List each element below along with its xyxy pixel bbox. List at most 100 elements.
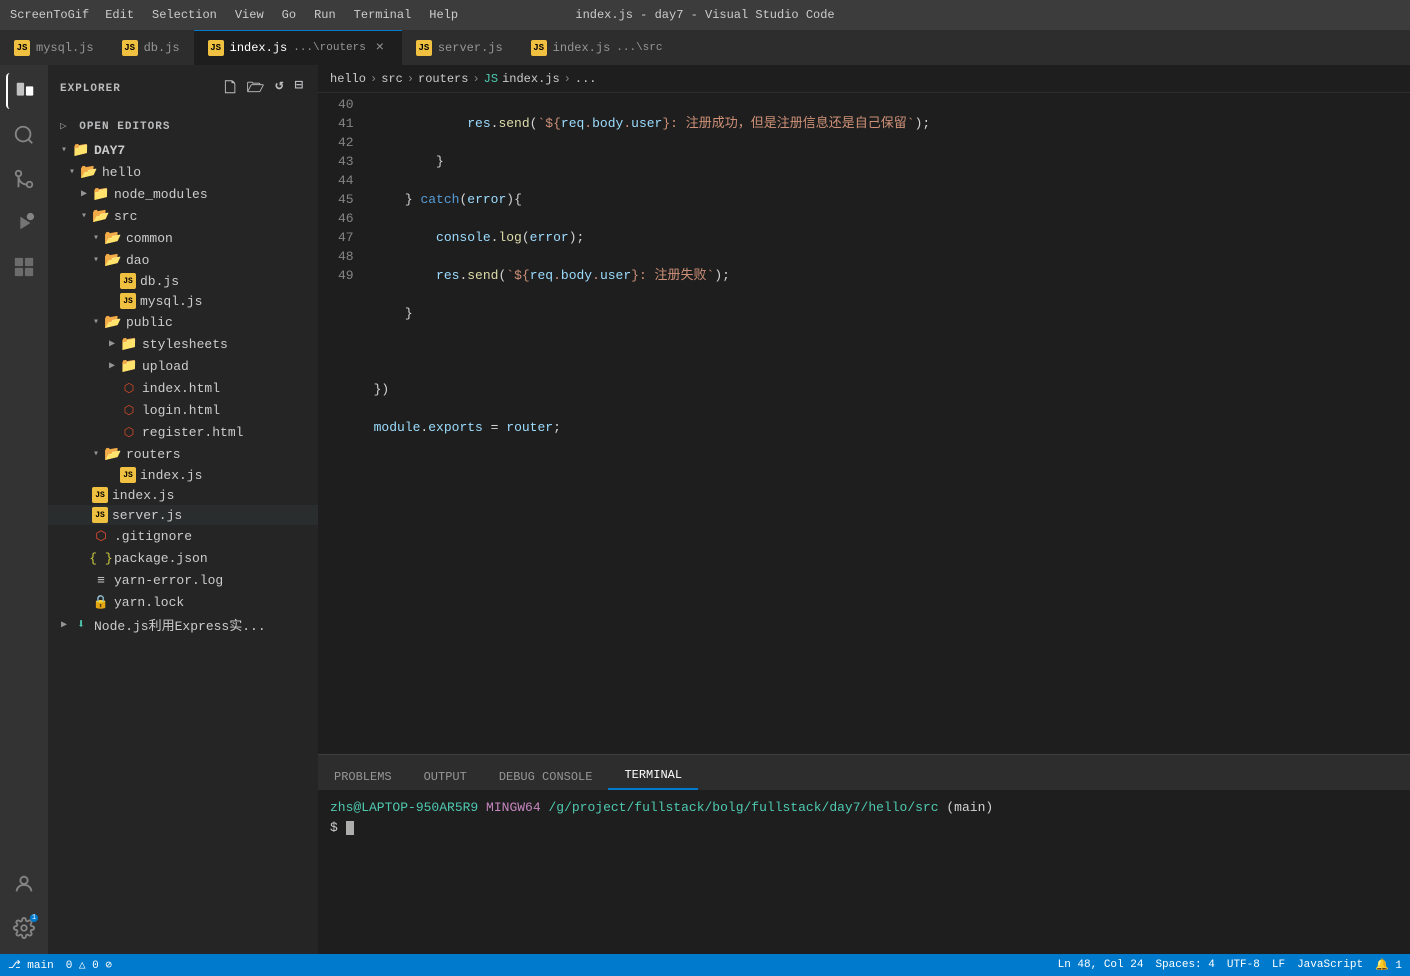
tree-folder-upload[interactable]: ▶ 📁 upload [48, 355, 318, 377]
tree-file-mysql-js[interactable]: JS mysql.js [48, 291, 318, 311]
tree-folder-node-modules[interactable]: ▶ 📁 node_modules [48, 183, 318, 205]
sidebar: EXPLORER 🗋 🗁 ↺ ⊟ ▷ OPEN EDITORS ▾ 📁 DAY7 [48, 65, 318, 954]
activity-bar: 1 [0, 65, 48, 954]
tree-file-server-js[interactable]: JS server.js [48, 505, 318, 525]
html-file-icon: ⬡ [120, 423, 138, 441]
breadcrumb-index-js[interactable]: index.js [502, 72, 560, 86]
status-eol[interactable]: LF [1272, 959, 1285, 971]
tree-folder-nodejs-course[interactable]: ▶ ⬇ Node.js利用Express实... [48, 613, 318, 636]
tree-label-day7: DAY7 [94, 143, 125, 158]
menu-go[interactable]: Go [274, 4, 304, 26]
tree-label-register-html: register.html [142, 425, 243, 440]
status-notifications[interactable]: 🔔 1 [1375, 958, 1402, 972]
tree-folder-public[interactable]: ▾ 📂 public [48, 311, 318, 333]
open-editors-section[interactable]: ▷ OPEN EDITORS [48, 113, 318, 139]
terminal-content[interactable]: zhs@LAPTOP-950AR5R9 MINGW64 /g/project/f… [318, 790, 1410, 954]
status-language[interactable]: JavaScript [1297, 959, 1363, 971]
status-position[interactable]: Ln 48, Col 24 [1058, 959, 1144, 971]
explorer-icon[interactable] [6, 73, 42, 109]
sidebar-header: EXPLORER 🗋 🗁 ↺ ⊟ [48, 65, 318, 113]
menu-edit[interactable]: Edit [97, 4, 142, 26]
terminal-line-2: $ [330, 818, 1398, 838]
tree-label-hello: hello [102, 165, 141, 180]
run-debug-icon[interactable] [6, 205, 42, 241]
tab-mysql[interactable]: JS mysql.js [0, 30, 108, 65]
tree-file-yarn-error-log[interactable]: ≡ yarn-error.log [48, 569, 318, 591]
menu-view[interactable]: View [227, 4, 272, 26]
search-icon[interactable] [6, 117, 42, 153]
chevron-down-icon: ▾ [88, 230, 104, 246]
tree-root-day7[interactable]: ▾ 📁 DAY7 [48, 139, 318, 161]
breadcrumb-src[interactable]: src [381, 72, 403, 86]
tree-folder-common[interactable]: ▾ 📂 common [48, 227, 318, 249]
breadcrumb-routers[interactable]: routers [418, 72, 468, 86]
tab-output[interactable]: OUTPUT [408, 764, 483, 790]
refresh-icon[interactable]: ↺ [273, 75, 286, 103]
tree-label-package-json: package.json [114, 551, 208, 566]
tab-index-src[interactable]: JS index.js ...\src [517, 30, 677, 65]
tab-index-routers[interactable]: JS index.js ...\routers × [194, 30, 402, 65]
tree-file-package-json[interactable]: { } package.json [48, 547, 318, 569]
tree-folder-hello[interactable]: ▾ 📂 hello [48, 161, 318, 183]
tree-file-yarn-lock[interactable]: 🔒 yarn.lock [48, 591, 318, 613]
tree-label-index-html: index.html [142, 381, 220, 396]
line-numbers: 40 41 42 43 44 45 46 47 48 49 [318, 93, 364, 754]
js-file-icon: JS [120, 273, 136, 289]
status-spaces[interactable]: Spaces: 4 [1155, 959, 1214, 971]
breadcrumb-hello[interactable]: hello [330, 72, 366, 86]
folder-icon: 📂 [92, 207, 110, 225]
status-errors[interactable]: 0 △ 0 ⊘ [66, 958, 112, 972]
tree-file-routers-index-js[interactable]: JS index.js [48, 465, 318, 485]
status-encoding[interactable]: UTF-8 [1227, 959, 1260, 971]
code-content: res.send(`${req.body.user}: 注册成功，但是注册信息还… [364, 93, 1410, 754]
terminal-path-prefix: MINGW64 [486, 800, 541, 815]
settings-icon[interactable]: 1 [6, 910, 42, 946]
status-branch[interactable]: ⎇ main [8, 958, 54, 972]
tree-file-login-html[interactable]: ⬡ login.html [48, 399, 318, 421]
folder-icon: 📂 [104, 229, 122, 247]
breadcrumb-ellipsis[interactable]: ... [575, 72, 597, 86]
tab-debug-console[interactable]: DEBUG CONSOLE [483, 764, 609, 790]
tree-folder-dao[interactable]: ▾ 📂 dao [48, 249, 318, 271]
tree-label-routers-index-js: index.js [140, 468, 202, 483]
tree-file-gitignore[interactable]: ⬡ .gitignore [48, 525, 318, 547]
collapse-icon[interactable]: ⊟ [293, 75, 306, 103]
tree-file-register-html[interactable]: ⬡ register.html [48, 421, 318, 443]
tab-terminal[interactable]: TERMINAL [608, 762, 698, 790]
menu-help[interactable]: Help [421, 4, 466, 26]
tree-label-node-modules: node_modules [114, 187, 208, 202]
tab-server-label: server.js [438, 41, 503, 55]
folder-icon: 📂 [104, 251, 122, 269]
breadcrumb-sep-1: › [370, 72, 377, 86]
breadcrumb-sep-3: › [472, 72, 479, 86]
tree-file-db-js[interactable]: JS db.js [48, 271, 318, 291]
tree-folder-routers[interactable]: ▾ 📂 routers [48, 443, 318, 465]
tree-folder-stylesheets[interactable]: ▶ 📁 stylesheets [48, 333, 318, 355]
tab-db[interactable]: JS db.js [108, 30, 194, 65]
tab-index-routers-label: index.js [230, 41, 288, 55]
source-control-icon[interactable] [6, 161, 42, 197]
folder-icon: 📁 [120, 335, 138, 353]
menu-terminal[interactable]: Terminal [346, 4, 420, 26]
folder-icon: 📁 [72, 141, 90, 159]
tree-folder-src[interactable]: ▾ 📂 src [48, 205, 318, 227]
js-icon: JS [416, 40, 432, 56]
tree-label-nodejs-course: Node.js利用Express实... [94, 615, 266, 634]
menu-selection[interactable]: Selection [144, 4, 225, 26]
code-editor[interactable]: 40 41 42 43 44 45 46 47 48 49 res.send(`… [318, 93, 1410, 754]
tab-problems[interactable]: PROBLEMS [318, 764, 408, 790]
tree-file-src-index-js[interactable]: JS index.js [48, 485, 318, 505]
account-icon[interactable] [6, 866, 42, 902]
breadcrumb-js-icon: JS [484, 72, 498, 86]
folder-icon: 📂 [104, 313, 122, 331]
tab-close-button[interactable]: × [372, 40, 388, 56]
chevron-right-icon: ▶ [104, 336, 120, 352]
extensions-icon[interactable] [6, 249, 42, 285]
new-file-icon[interactable]: 🗋 [222, 75, 238, 103]
tab-server[interactable]: JS server.js [402, 30, 517, 65]
tree-file-index-html[interactable]: ⬡ index.html [48, 377, 318, 399]
new-folder-icon[interactable]: 🗁 [245, 75, 267, 103]
activity-bar-bottom: 1 [6, 866, 42, 946]
menu-run[interactable]: Run [306, 4, 344, 26]
sidebar-content: ▷ OPEN EDITORS ▾ 📁 DAY7 ▾ 📂 hello ▶ 📁 no… [48, 113, 318, 954]
